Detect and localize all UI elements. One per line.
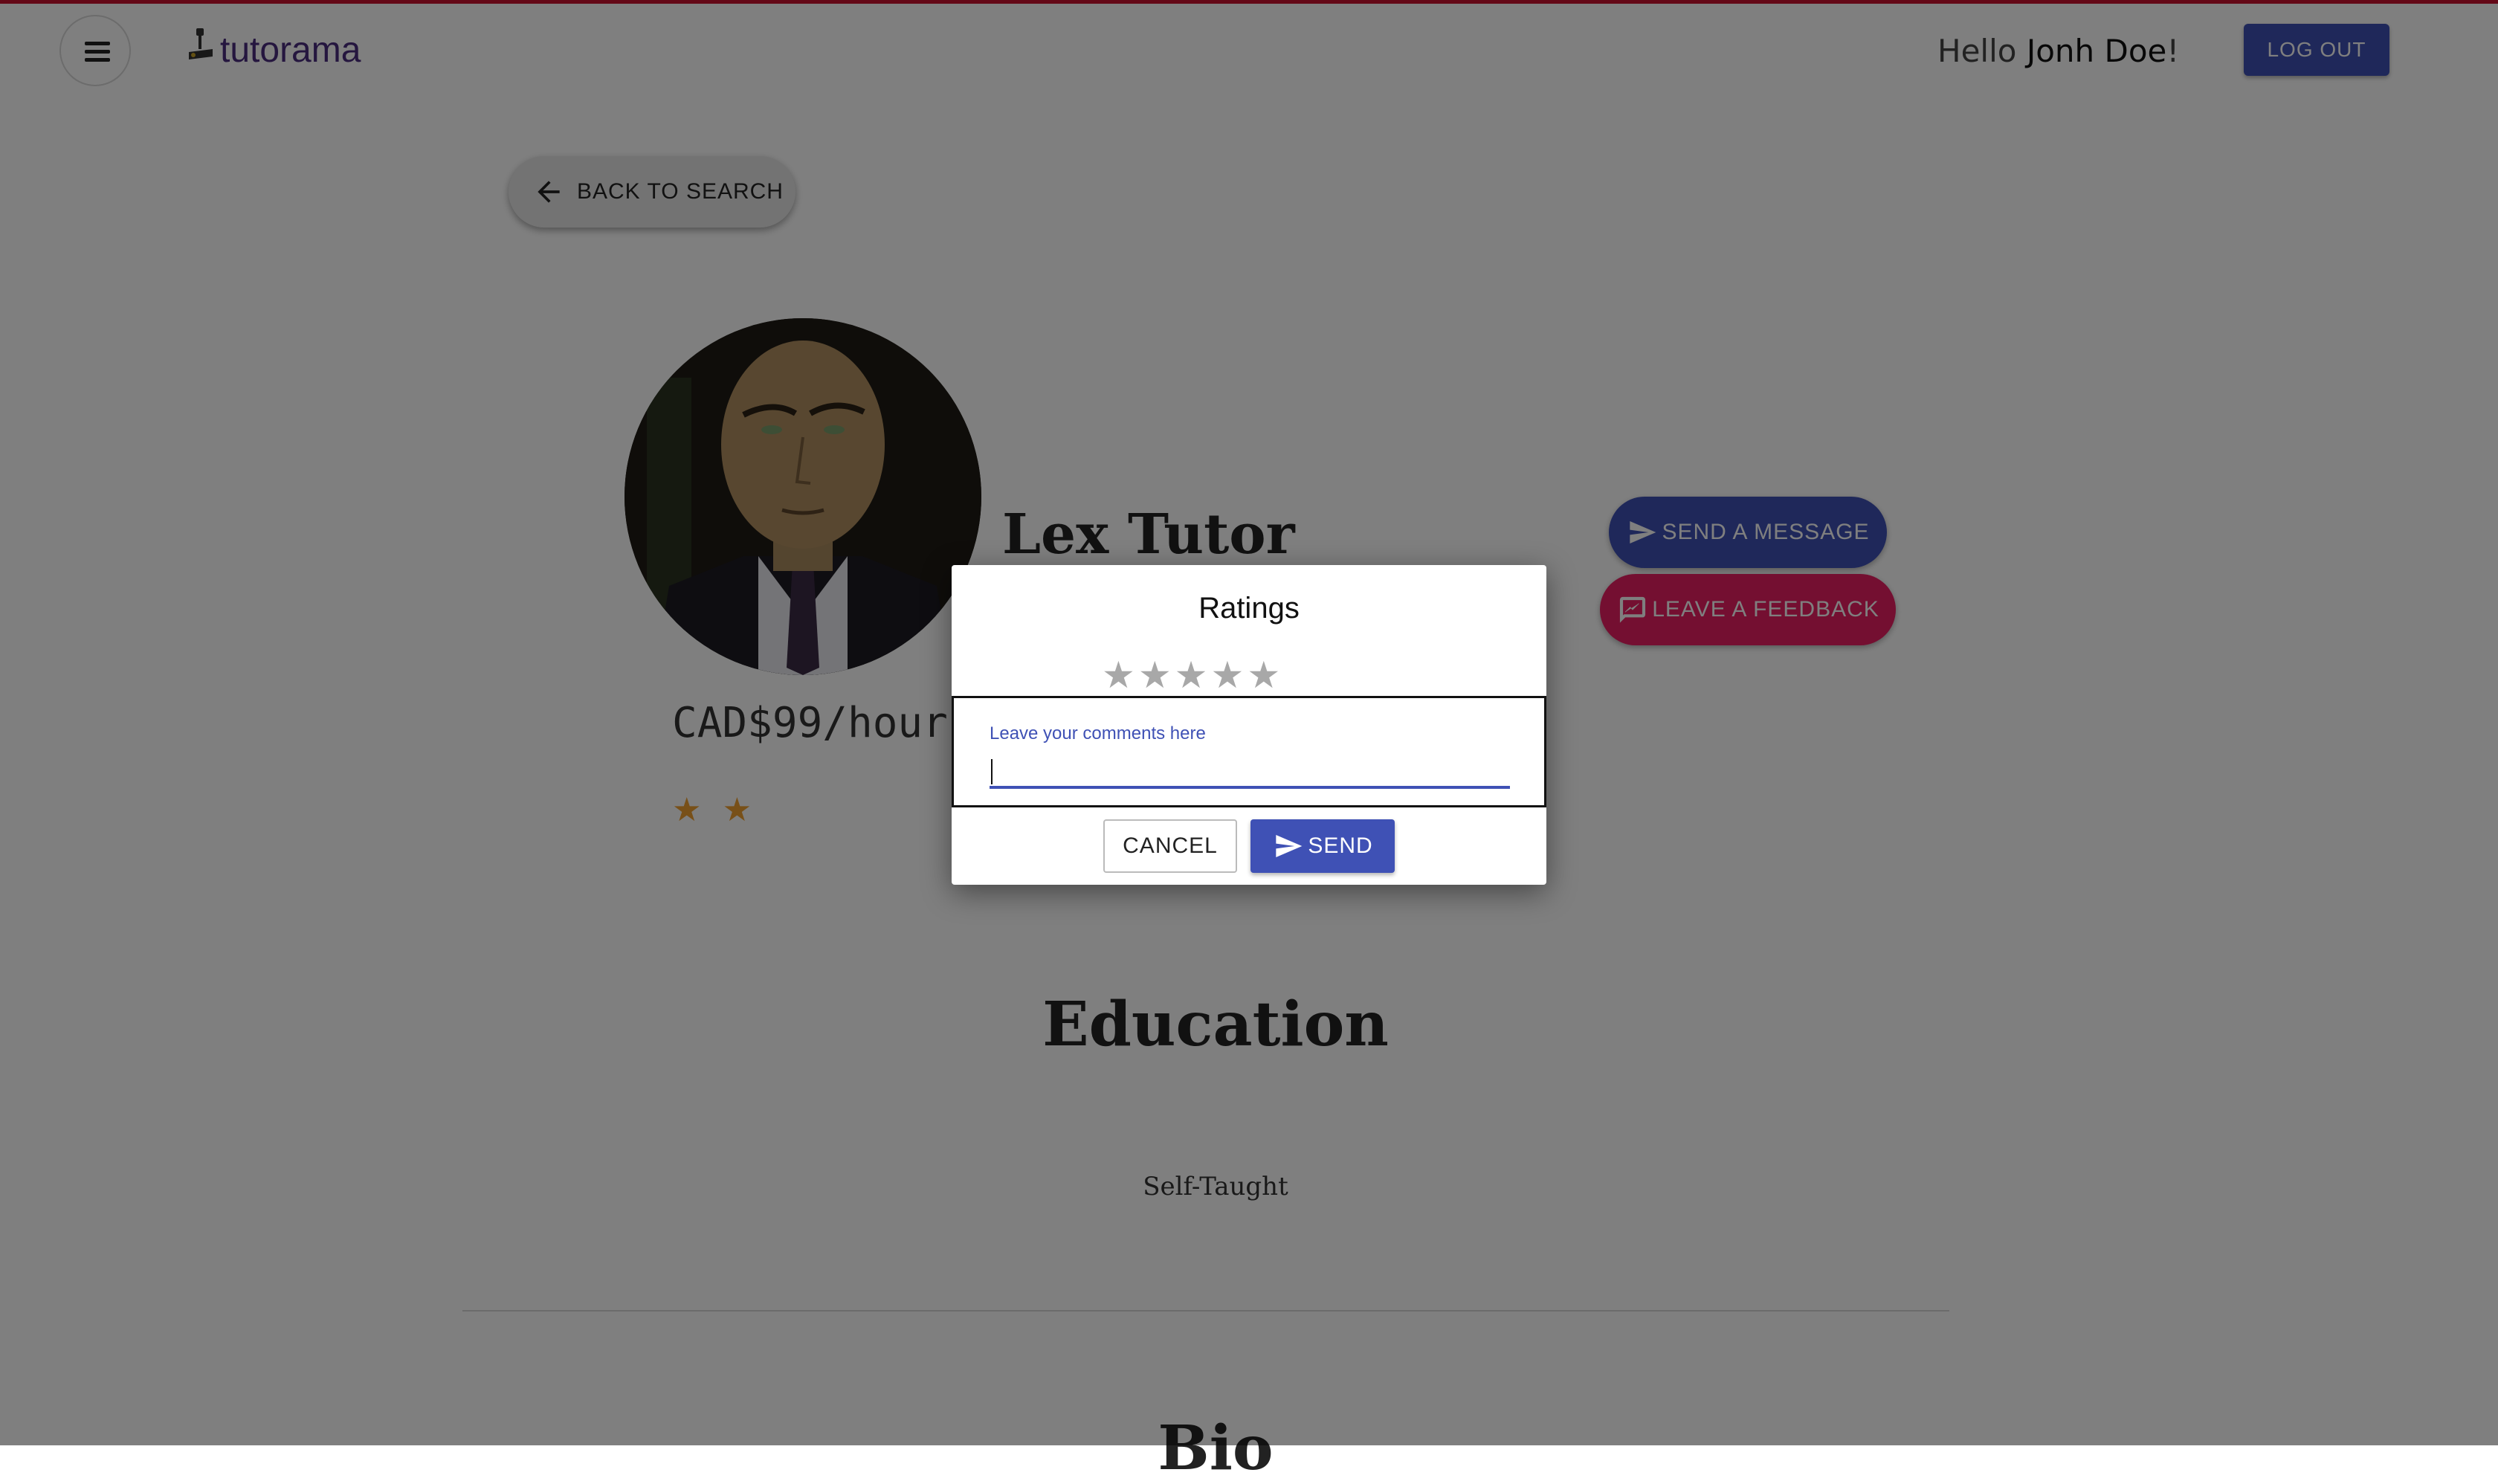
ratings-dialog: Ratings ★ ★ ★ ★ ★ Leave your comments he… — [952, 565, 1546, 885]
send-button[interactable]: SEND — [1250, 819, 1395, 873]
rating-star-4[interactable]: ★ — [1210, 656, 1244, 694]
rating-star-selector: ★ ★ ★ ★ ★ — [1102, 656, 1280, 694]
rating-star-5[interactable]: ★ — [1247, 656, 1280, 694]
send-label: SEND — [1308, 833, 1373, 858]
rating-star-2[interactable]: ★ — [1138, 656, 1172, 694]
comment-input[interactable] — [990, 752, 1510, 789]
send-icon — [1276, 835, 1303, 857]
dialog-title: Ratings — [1198, 592, 1300, 625]
comment-field-container: Leave your comments here — [952, 696, 1546, 807]
rating-star-3[interactable]: ★ — [1175, 656, 1208, 694]
rating-star-1[interactable]: ★ — [1102, 656, 1135, 694]
text-cursor — [991, 759, 993, 784]
cancel-button[interactable]: CANCEL — [1103, 819, 1237, 873]
comment-field-label: Leave your comments here — [990, 723, 1206, 743]
